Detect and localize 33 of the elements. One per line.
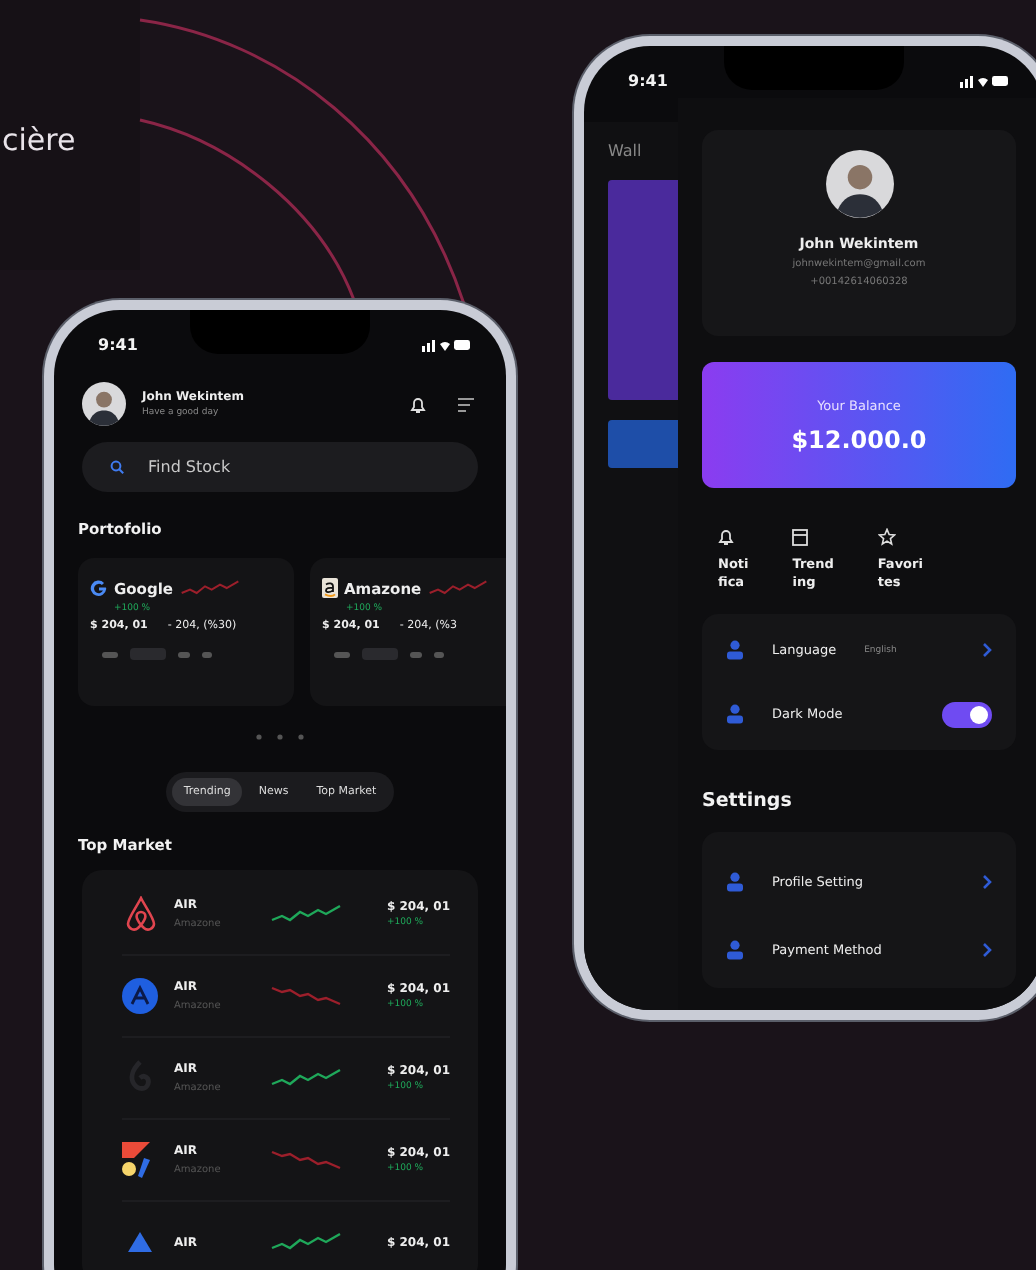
bell-icon (718, 528, 734, 546)
balance-amount: $12.000.0 (791, 425, 927, 453)
search-icon (110, 460, 124, 474)
chevron-right-icon (982, 642, 992, 658)
person-icon (726, 872, 744, 892)
amazon-logo (322, 578, 338, 598)
status-icons (960, 74, 1008, 88)
search-field[interactable]: Find Stock (144, 456, 344, 478)
status-time: 9:41 (98, 336, 138, 354)
dark-mode-toggle[interactable] (942, 701, 992, 727)
trend-line-drawing (179, 580, 239, 595)
bell-icon (410, 395, 426, 413)
status-time: 9:41 (628, 72, 668, 90)
settings-title: Settings (702, 788, 794, 816)
calendar-icon (792, 528, 809, 546)
person-icon (726, 940, 744, 960)
chevron-right-icon (982, 942, 992, 958)
menu-icon[interactable] (458, 397, 474, 411)
chevron-right-icon (982, 874, 992, 890)
trend-line-drawing (427, 580, 487, 595)
airbnb-logo (123, 896, 157, 932)
app-logo (122, 978, 158, 1014)
page-title: Wall (608, 142, 644, 160)
slide-caption: cière (2, 120, 76, 158)
page-dots-icon (256, 734, 304, 740)
avatar-icon (825, 150, 893, 218)
avatar-icon (82, 382, 126, 426)
status-icons (422, 338, 470, 352)
person-icon (726, 704, 744, 724)
star-icon (877, 528, 896, 546)
person-icon (726, 640, 744, 660)
app-logo (128, 1232, 152, 1252)
google-logo (90, 579, 108, 597)
